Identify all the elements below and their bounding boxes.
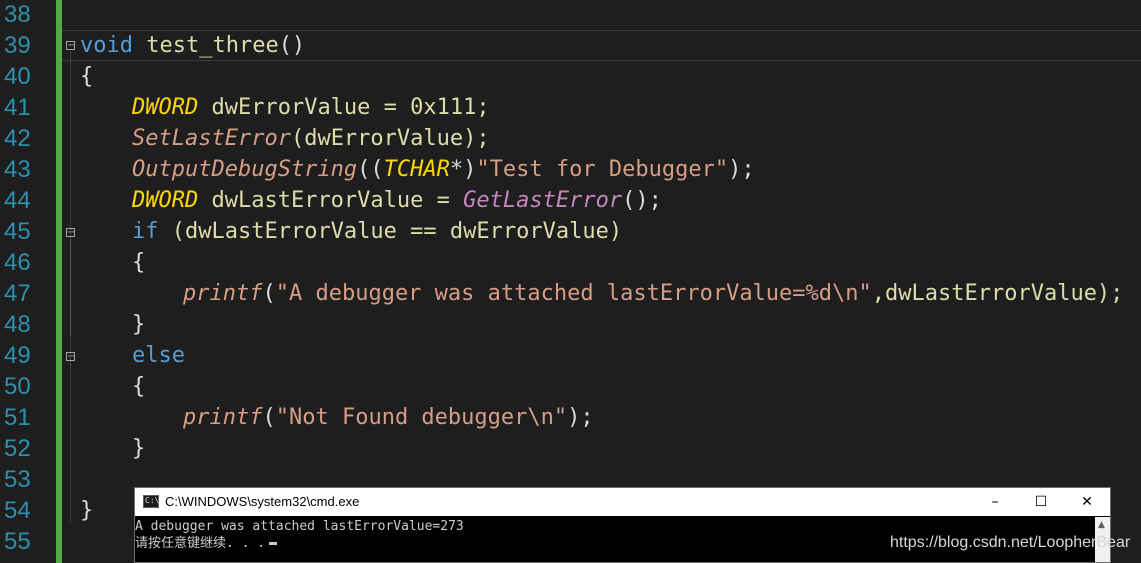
code-line-47: printf("A debugger was attached lastErro… [183,281,1124,306]
line-number: 43 [4,156,31,183]
line-number: 47 [4,280,31,307]
code-editor[interactable]: − − − void test_three() { DWORD dwErrorV… [62,0,1141,563]
fold-collapse-icon[interactable]: − [66,41,75,51]
line-number: 39 [4,32,31,59]
code-line-50: { [132,374,146,399]
code-line-54: } [80,498,94,523]
line-number: 41 [4,94,31,121]
scroll-up-arrow-icon[interactable]: ▲ [1098,521,1105,530]
line-number: 53 [4,466,31,493]
line-number: 50 [4,373,31,400]
minimize-button[interactable]: – [972,488,1018,516]
line-number: 54 [4,497,31,524]
cmd-app-icon[interactable]: C:\ [143,495,159,508]
line-number: 42 [4,125,31,152]
close-button[interactable]: ✕ [1064,488,1110,516]
line-number-gutter: 38 39 40 41 42 43 44 45 46 47 48 49 50 5… [0,0,56,563]
fold-guide [70,364,71,464]
line-number: 44 [4,187,31,214]
line-number: 38 [4,1,31,28]
line-number: 55 [4,528,31,555]
fold-guide [70,240,71,335]
code-line-51: printf("Not Found debugger\n"); [183,405,594,430]
line-number: 46 [4,249,31,276]
maximize-button[interactable]: ☐ [1018,488,1064,516]
code-line-48: } [132,312,146,337]
console-title: C:\WINDOWS\system32\cmd.exe [165,494,360,509]
code-line-52: } [132,436,146,461]
watermark: https://blog.csdn.net/LoopherBear [890,534,1131,551]
console-line: 请按任意键继续. . . [135,535,278,552]
line-number: 49 [4,342,31,369]
console-line: A debugger was attached lastErrorValue=2… [135,519,464,534]
line-number: 40 [4,63,31,90]
text-cursor [269,542,278,545]
code-line-39: void test_three() [80,33,306,58]
code-line-44: DWORD dwLastErrorValue = GetLastError(); [132,188,662,213]
code-line-49: else [132,343,185,368]
line-number: 48 [4,311,31,338]
code-line-46: { [132,250,146,275]
code-line-40: { [80,64,94,89]
line-number: 52 [4,435,31,462]
console-title-bar[interactable]: C:\ C:\WINDOWS\system32\cmd.exe – ☐ ✕ [135,488,1110,516]
code-line-45: if (dwLastErrorValue == dwErrorValue) [132,219,623,244]
code-line-43: OutputDebugString((TCHAR*)"Test for Debu… [132,157,755,182]
line-number: 45 [4,218,31,245]
code-line-41: DWORD dwErrorValue = 0x111; [132,95,490,120]
code-line-42: SetLastError(dwErrorValue); [132,126,490,151]
line-number: 51 [4,404,31,431]
